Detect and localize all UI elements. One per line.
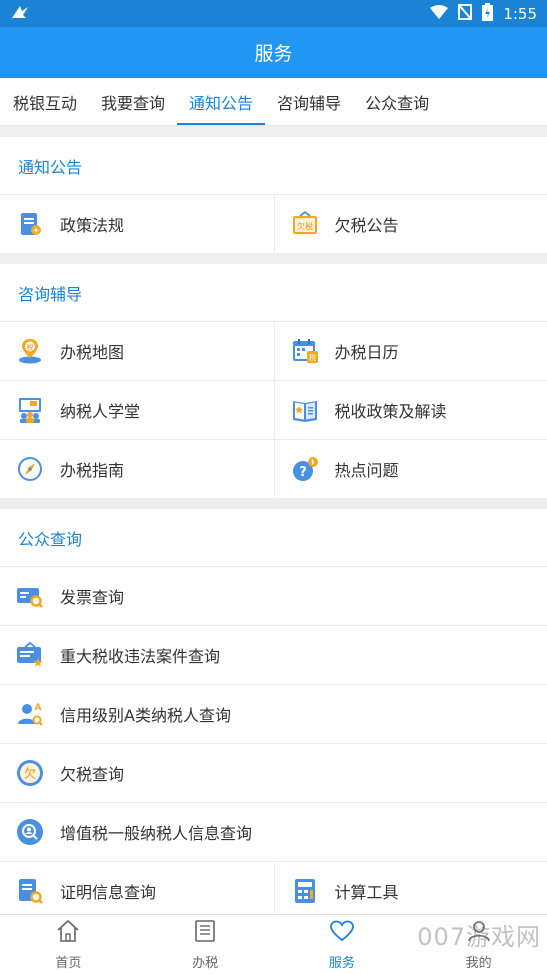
top-tabs: 税银互动 我要查询 通知公告 咨询辅导 公众查询 bbox=[0, 78, 547, 126]
consult-section: 咨询辅导 税 办税地图 税 办税日历 纳税人学堂 税收政策及解读 办税指南 ? … bbox=[0, 264, 547, 499]
item-label: 增值税一般纳税人信息查询 bbox=[60, 824, 253, 843]
no-signal-icon bbox=[458, 3, 473, 24]
item-label: 税收政策及解读 bbox=[334, 402, 447, 421]
tax-guide-item[interactable]: 办税指南 bbox=[0, 440, 274, 498]
svg-text:?: ? bbox=[299, 465, 307, 480]
status-time: 1:55 bbox=[503, 4, 537, 23]
nav-label: 服务 bbox=[328, 956, 355, 971]
map-pin-icon: 税 bbox=[15, 336, 45, 366]
svg-text:欠税: 欠税 bbox=[297, 221, 313, 231]
policy-book-icon bbox=[290, 395, 320, 425]
item-label: 办税地图 bbox=[60, 343, 125, 362]
invoice-query-item[interactable]: 发票查询 bbox=[0, 567, 547, 626]
tab-public-query[interactable]: 公众查询 bbox=[353, 78, 441, 125]
certificate-icon bbox=[15, 876, 45, 906]
app-bar: 服务 bbox=[0, 27, 547, 78]
vat-taxpayer-query-item[interactable]: 增值税一般纳税人信息查询 bbox=[0, 803, 547, 862]
item-label: 发票查询 bbox=[60, 588, 125, 607]
item-label: 办税指南 bbox=[60, 461, 125, 480]
svg-text:欠: 欠 bbox=[24, 766, 36, 781]
item-label: 重大税收违法案件查询 bbox=[60, 647, 221, 666]
hot-questions-item[interactable]: ? 热点问题 bbox=[273, 440, 547, 498]
policy-document-icon bbox=[15, 209, 45, 239]
calculator-icon bbox=[290, 876, 320, 906]
svg-text:A: A bbox=[35, 703, 42, 713]
nav-label: 首页 bbox=[55, 956, 82, 971]
invoice-search-icon bbox=[15, 581, 45, 611]
case-board-icon bbox=[15, 640, 45, 670]
public-query-section: 公众查询 发票查询 重大税收违法案件查询 A 信用级别A类纳税人查询 欠 欠税查… bbox=[0, 509, 547, 921]
section-title: 公众查询 bbox=[0, 509, 547, 567]
nav-home[interactable]: 首页 bbox=[0, 915, 137, 974]
section-title: 通知公告 bbox=[0, 137, 547, 195]
compass-icon bbox=[15, 454, 45, 484]
credit-user-icon: A bbox=[15, 699, 45, 729]
section-title: 咨询辅导 bbox=[0, 264, 547, 322]
tab-notice[interactable]: 通知公告 bbox=[177, 78, 266, 125]
page-title: 服务 bbox=[254, 43, 293, 65]
item-label: 计算工具 bbox=[334, 883, 399, 902]
policy-regulations-item[interactable]: 政策法规 bbox=[0, 195, 274, 253]
item-label: 政策法规 bbox=[60, 216, 125, 235]
tax-calendar-item[interactable]: 税 办税日历 bbox=[273, 322, 547, 380]
credit-a-taxpayer-query-item[interactable]: A 信用级别A类纳税人查询 bbox=[0, 685, 547, 744]
taxpayer-school-item[interactable]: 纳税人学堂 bbox=[0, 381, 274, 439]
tab-consult[interactable]: 咨询辅导 bbox=[265, 78, 353, 125]
nav-label: 我的 bbox=[465, 956, 492, 971]
home-icon bbox=[55, 918, 81, 948]
tax-arrears-notice-icon: 欠税 bbox=[290, 209, 320, 239]
item-label: 欠税公告 bbox=[334, 216, 399, 235]
status-bar: 1:55 bbox=[0, 0, 547, 27]
svg-text:税: 税 bbox=[309, 353, 316, 362]
arrears-query-item[interactable]: 欠 欠税查询 bbox=[0, 744, 547, 803]
arrears-circle-icon: 欠 bbox=[15, 758, 45, 788]
nav-service[interactable]: 服务 bbox=[274, 915, 411, 974]
svg-text:税: 税 bbox=[27, 343, 34, 352]
item-label: 欠税查询 bbox=[60, 765, 125, 784]
question-icon: ? bbox=[290, 454, 320, 484]
calendar-icon: 税 bbox=[290, 336, 320, 366]
classroom-icon bbox=[15, 395, 45, 425]
heart-icon bbox=[329, 918, 355, 948]
tab-query[interactable]: 我要查询 bbox=[89, 78, 177, 125]
tax-map-item[interactable]: 税 办税地图 bbox=[0, 322, 274, 380]
notification-bird-icon bbox=[10, 3, 30, 25]
nav-tax[interactable]: 办税 bbox=[137, 915, 274, 974]
tax-policy-interpretation-item[interactable]: 税收政策及解读 bbox=[273, 381, 547, 439]
taxpayer-search-icon bbox=[15, 817, 45, 847]
item-label: 纳税人学堂 bbox=[60, 402, 141, 421]
notice-section: 通知公告 政策法规 欠税 欠税公告 bbox=[0, 137, 547, 254]
item-label: 热点问题 bbox=[334, 461, 399, 480]
major-violation-query-item[interactable]: 重大税收违法案件查询 bbox=[0, 626, 547, 685]
nav-label: 办税 bbox=[192, 956, 219, 971]
certificate-query-item[interactable]: 证明信息查询 bbox=[0, 862, 274, 920]
item-label: 办税日历 bbox=[334, 343, 399, 362]
battery-charging-icon bbox=[482, 2, 494, 25]
watermark: 007游戏网 bbox=[417, 923, 541, 951]
item-label: 证明信息查询 bbox=[60, 883, 157, 902]
calculator-tool-item[interactable]: 计算工具 bbox=[273, 862, 547, 920]
tab-tax-bank[interactable]: 税银互动 bbox=[1, 78, 89, 125]
item-label: 信用级别A类纳税人查询 bbox=[60, 706, 231, 725]
list-icon bbox=[192, 918, 218, 948]
wifi-icon bbox=[430, 4, 449, 23]
tax-arrears-notice-item[interactable]: 欠税 欠税公告 bbox=[273, 195, 547, 253]
